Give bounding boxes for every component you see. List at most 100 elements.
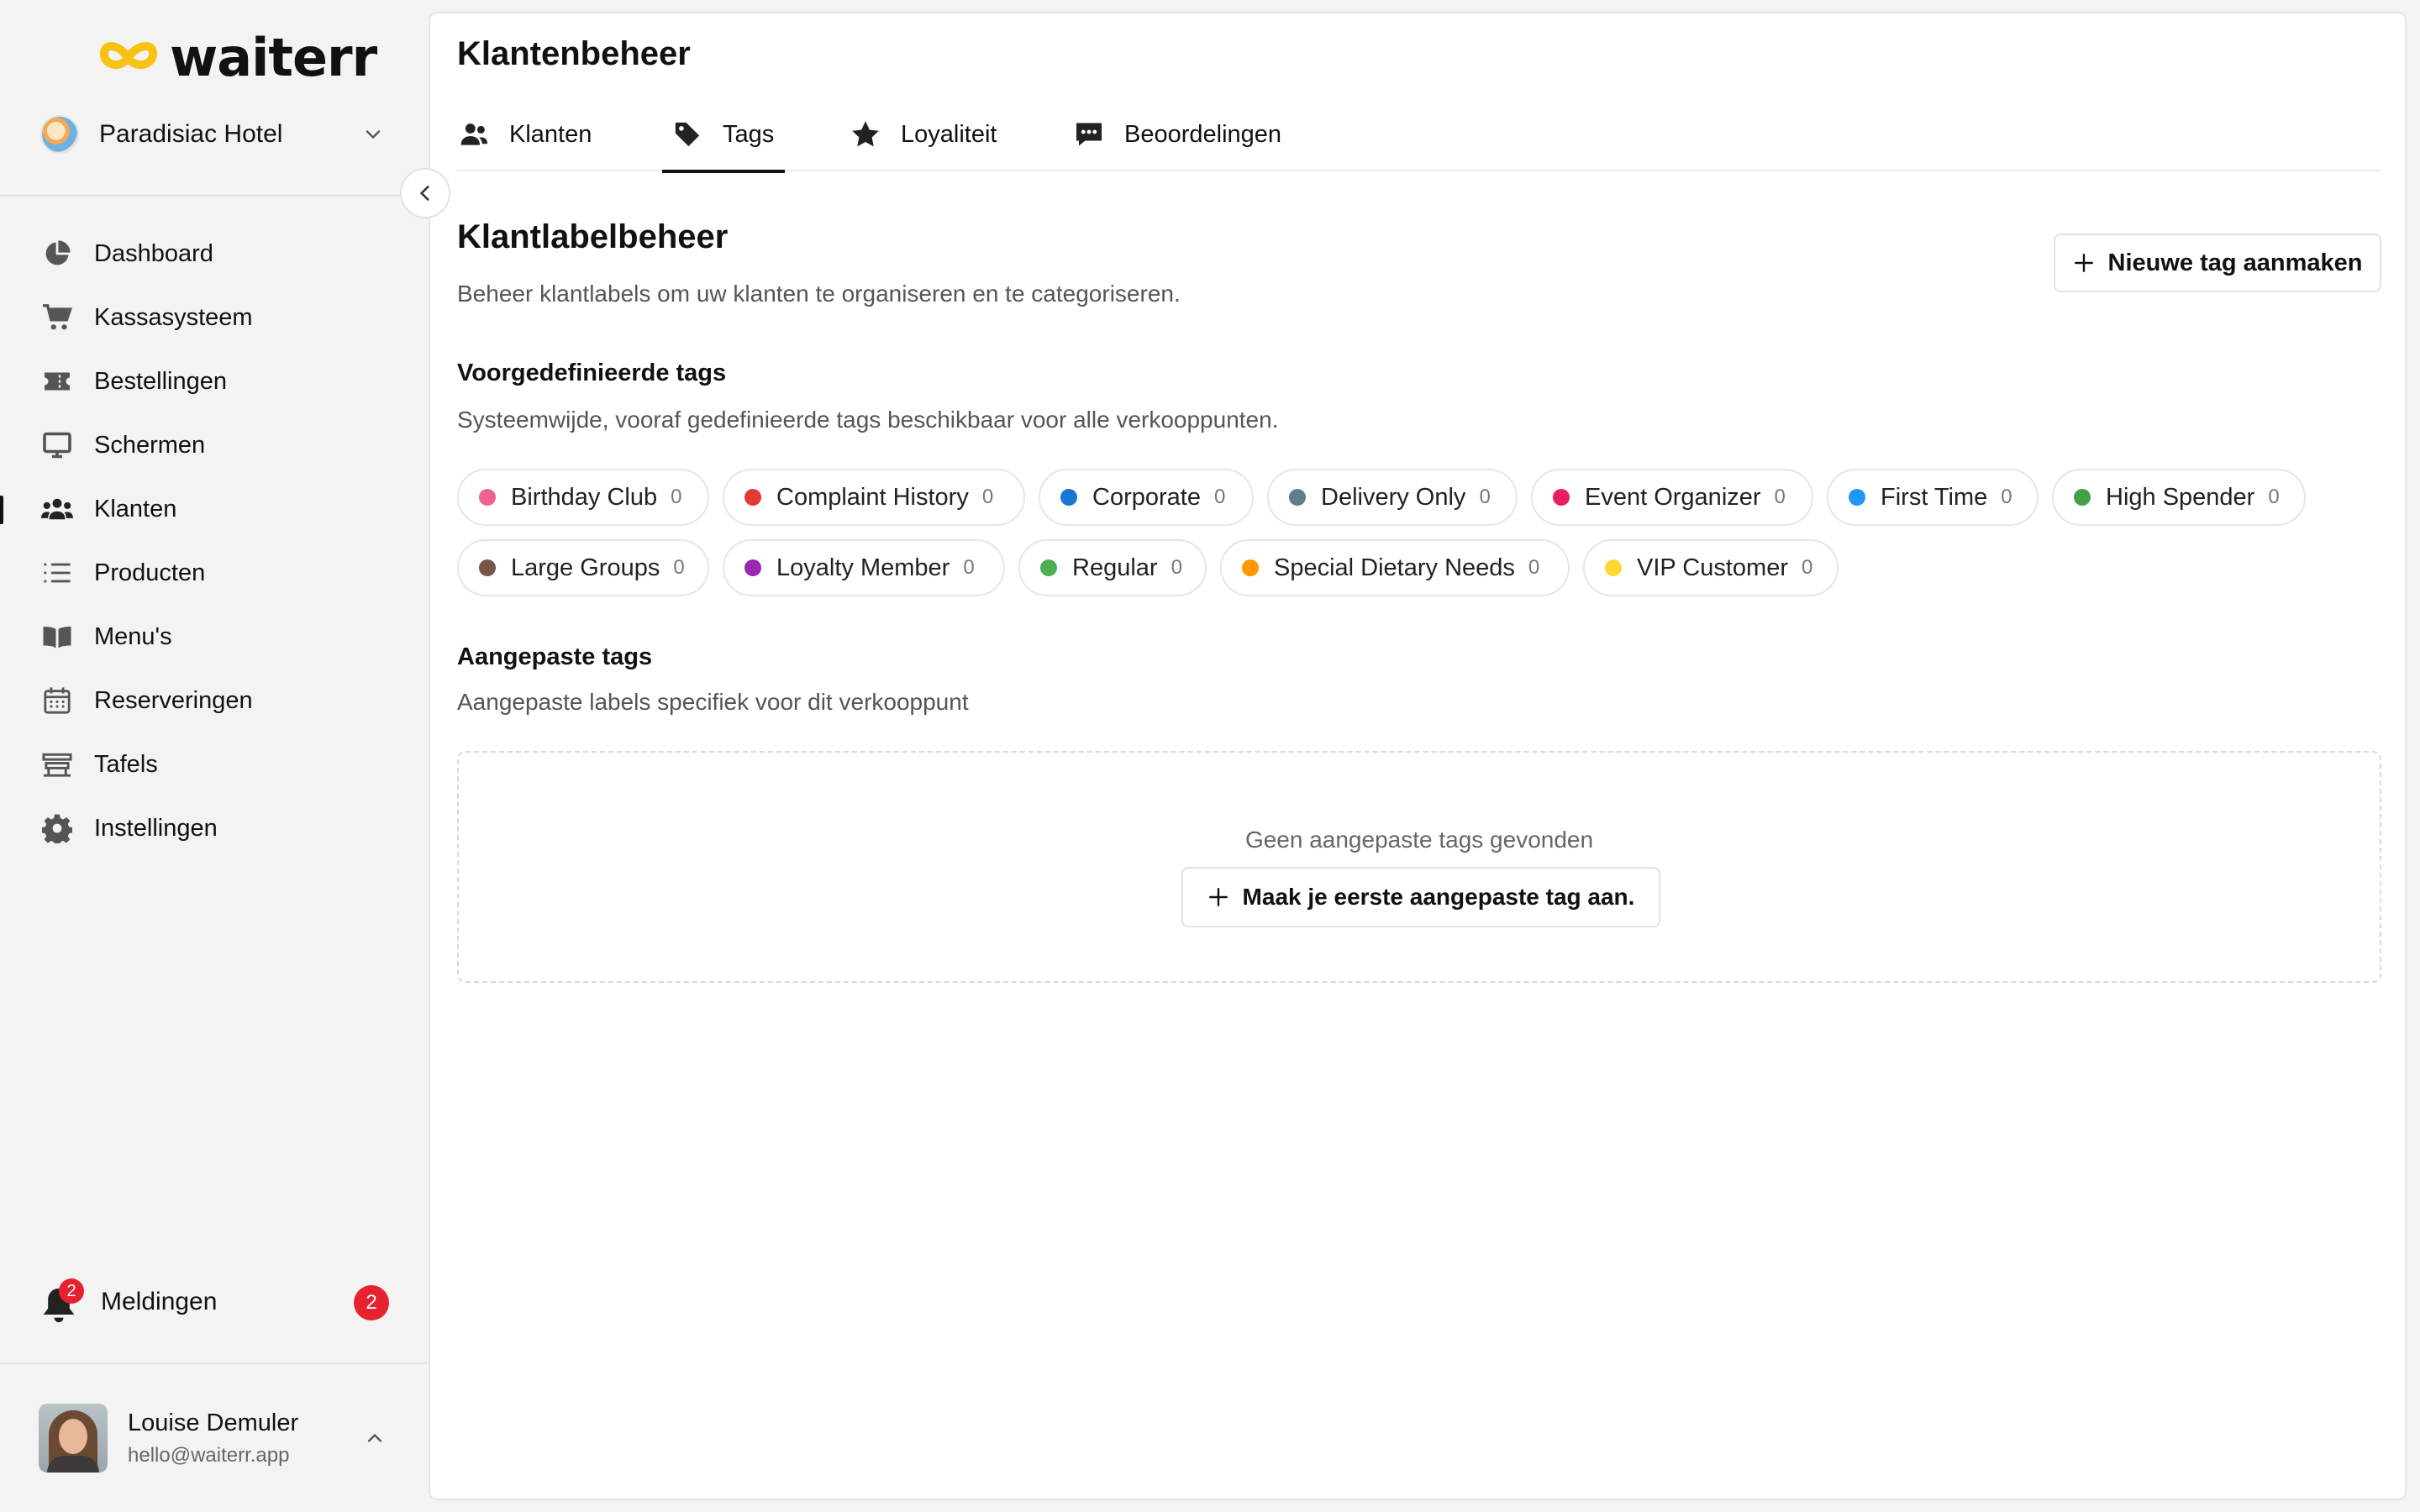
tab-tags[interactable]: Tags [662, 97, 785, 173]
sidebar-item-dashboard[interactable]: Dashboard [0, 222, 427, 286]
page-title: Klantenbeheer [457, 35, 691, 72]
tag-chip-event-organizer[interactable]: Event Organizer 0 [1531, 469, 1813, 526]
tag-chip-loyalty-member[interactable]: Loyalty Member 0 [723, 539, 1005, 596]
tab-klanten[interactable]: Klanten [457, 97, 595, 171]
tag-count: 0 [963, 556, 975, 579]
empty-state-text: Geen aangepaste tags gevonden [1244, 827, 1594, 853]
venue-name: Paradisiac Hotel [99, 120, 283, 148]
tag-chip-complaint-history[interactable]: Complaint History 0 [723, 469, 1025, 526]
sidebar-item-tafels[interactable]: Tafels [0, 732, 427, 796]
notifications-item[interactable]: 2 Meldingen 2 [40, 1277, 393, 1327]
tag-name: Event Organizer [1585, 483, 1761, 511]
pie-chart-icon [40, 237, 74, 270]
sidebar-divider [0, 1362, 427, 1364]
tag-count: 0 [1213, 486, 1226, 508]
tag-count: 0 [1171, 556, 1182, 579]
create-first-tag-button[interactable]: Maak je eerste aangepaste tag aan. [1181, 867, 1660, 927]
plus-icon [2074, 254, 2093, 272]
sidebar-item-label: Kassasysteem [94, 303, 253, 331]
new-tag-button[interactable]: Nieuwe tag aanmaken [2054, 234, 2381, 292]
sidebar-item-label: Instellingen [94, 814, 218, 842]
sidebar-item-klanten[interactable]: Klanten [0, 477, 427, 541]
user-name: Louise Demuler [128, 1409, 299, 1436]
tag-count: 0 [2001, 486, 2012, 508]
tag-count: 0 [1801, 556, 1813, 579]
sidebar-item-producten[interactable]: Producten [0, 541, 427, 605]
sidebar-item-label: Menu's [94, 622, 172, 650]
sidebar-item-schermen[interactable]: Schermen [0, 413, 427, 477]
notification-badge: 2 [59, 1278, 84, 1304]
tag-chip-regular[interactable]: Regular 0 [1018, 539, 1207, 596]
tab-loyaliteit[interactable]: Loyaliteit [849, 97, 1017, 171]
app-root: waiterr Paradisiac Hotel Dashboard Kassa… [0, 0, 2420, 1512]
predefined-tags-row-1: Birthday Club 0 Complaint History 0 Corp… [457, 469, 2381, 526]
tag-chip-first-time[interactable]: First Time 0 [1827, 469, 2039, 526]
tag-name: Birthday Club [511, 483, 658, 511]
custom-tags-empty-state: Geen aangepaste tags gevonden Maak je ee… [457, 751, 2381, 983]
tab-beoordelingen[interactable]: Beoordelingen [1072, 97, 1316, 171]
tag-chip-high-spender[interactable]: High Spender 0 [2052, 469, 2306, 526]
tag-icon [671, 118, 704, 151]
user-info: Louise Demuler hello@waiterr.app [128, 1410, 298, 1467]
bell-icon: 2 [40, 1278, 84, 1323]
sidebar-item-bestellingen[interactable]: Bestellingen [0, 349, 427, 413]
users-icon [457, 118, 491, 151]
tab-label: Loyaliteit [901, 120, 997, 148]
calendar-icon [40, 684, 74, 717]
tag-name: First Time [1881, 483, 1988, 511]
review-icon [1072, 118, 1106, 151]
chevron-left-icon [419, 186, 429, 201]
plus-icon [1208, 888, 1228, 906]
tag-color-dot [1605, 559, 1622, 576]
table-icon [40, 748, 74, 781]
tag-name: High Spender [2106, 483, 2255, 511]
sidebar-item-reserveringen[interactable]: Reserveringen [0, 669, 427, 732]
venue-avatar [40, 115, 79, 154]
sidebar-item-instellingen[interactable]: Instellingen [0, 796, 427, 860]
sidebar-item-label: Dashboard [94, 239, 213, 267]
tag-color-dot [744, 489, 761, 506]
tag-name: Special Dietary Needs [1274, 554, 1515, 581]
brand-logo: waiterr [97, 27, 377, 88]
tag-name: Large Groups [511, 554, 660, 581]
tab-label: Tags [723, 120, 775, 148]
notifications-count: 2 [354, 1285, 389, 1320]
logo-mark-icon [99, 42, 158, 70]
tag-chip-delivery-only[interactable]: Delivery Only 0 [1267, 469, 1518, 526]
tag-color-dot [1849, 489, 1865, 506]
user-email: hello@waiterr.app [128, 1443, 290, 1467]
tag-count: 0 [1528, 556, 1540, 579]
collapse-sidebar-button[interactable] [400, 168, 450, 218]
chevron-down-icon [366, 130, 381, 139]
tag-chip-special-dietary-needs[interactable]: Special Dietary Needs 0 [1220, 539, 1570, 596]
ticket-icon [40, 365, 74, 398]
sidebar-item-label: Schermen [94, 431, 206, 459]
tag-count: 0 [673, 556, 685, 579]
sidebar-item-label: Reserveringen [94, 686, 253, 714]
tag-count: 0 [981, 486, 994, 508]
tag-color-dot [1040, 559, 1057, 576]
predefined-tags-description: Systeemwijde, vooraf gedefinieerde tags … [457, 407, 1279, 433]
create-first-tag-button-label: Maak je eerste aangepaste tag aan. [1242, 884, 1635, 910]
sidebar-item-kassasysteem[interactable]: Kassasysteem [0, 286, 427, 349]
tag-chip-birthday-club[interactable]: Birthday Club 0 [457, 469, 709, 526]
tag-color-dot [1242, 559, 1259, 576]
notifications-label: Meldingen [101, 1288, 218, 1315]
predefined-tags-title: Voorgedefinieerde tags [457, 360, 727, 386]
sidebar-item-menus[interactable]: Menu's [0, 605, 427, 669]
cart-icon [40, 301, 74, 334]
tag-name: Regular [1072, 554, 1158, 581]
tag-chip-vip-customer[interactable]: VIP Customer 0 [1583, 539, 1839, 596]
tag-name: VIP Customer [1637, 554, 1788, 581]
tag-color-dot [1553, 489, 1570, 506]
list-icon [40, 556, 74, 590]
new-tag-button-label: Nieuwe tag aanmaken [2107, 249, 2363, 276]
sidebar-divider [0, 195, 427, 197]
user-menu[interactable]: Louise Demuler hello@waiterr.app [39, 1403, 395, 1473]
venue-selector[interactable]: Paradisiac Hotel [40, 113, 393, 156]
logo-text: waiterr [170, 27, 377, 88]
tag-name: Complaint History [776, 483, 969, 511]
tag-name: Corporate [1092, 483, 1201, 511]
tag-chip-corporate[interactable]: Corporate 0 [1039, 469, 1254, 526]
tag-chip-large-groups[interactable]: Large Groups 0 [457, 539, 709, 596]
